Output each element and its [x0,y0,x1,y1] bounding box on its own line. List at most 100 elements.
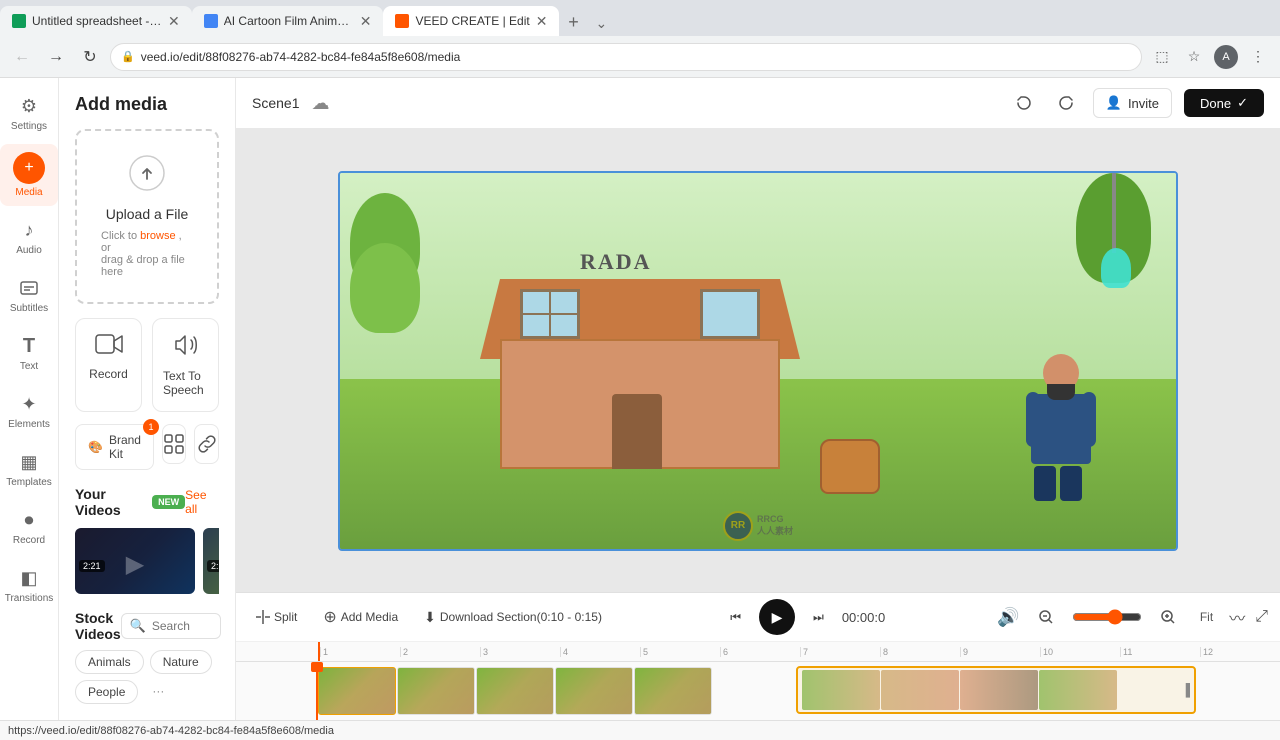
video-thumb-1[interactable]: ▶ 2:21 Scene1_AdobeExpres... [75,528,195,594]
add-media-button[interactable]: ⊕ Add Media [315,603,406,631]
brand-kit-button[interactable]: 🎨 Brand Kit 1 [75,424,154,470]
tab-overflow-button[interactable]: ⌄ [587,11,615,36]
forward-button[interactable]: → [42,43,70,71]
left-panel: Add media Upload a File Click to browse … [59,78,236,720]
see-all-link[interactable]: See all [185,488,219,516]
tag-animals[interactable]: Animals [75,650,144,674]
tab-veed[interactable]: VEED CREATE | Edit ✕ [383,6,559,36]
sidebar-label-record: Record [13,535,45,546]
extensions-button[interactable]: ⬚ [1148,43,1176,71]
split-button[interactable]: Split [248,606,305,628]
download-section-button[interactable]: ⬇ Download Section(0:10 - 0:15) [416,605,610,630]
sidebar-label-transitions: Transitions [5,593,54,604]
canvas-area: RADA [236,129,1280,592]
play-button[interactable]: ▶ [759,599,795,635]
track-scrubber [316,662,318,720]
profile-avatar: A [1214,45,1238,69]
video-thumb-2[interactable]: ▶ 2:22 Leonardo_Diffusion_c... [203,528,219,594]
browser-actions: ⬚ ☆ A ⋮ [1148,43,1272,71]
menu-button[interactable]: ⋮ [1244,43,1272,71]
tab-favicon-sheets [12,14,26,28]
volume-button[interactable]: 🔊 [997,607,1019,628]
zoom-slider [1072,609,1142,625]
fast-forward-button[interactable]: ⏭ [805,606,832,629]
link-button[interactable] [194,424,219,464]
integration-button[interactable] [162,424,187,464]
split-label: Split [274,610,297,624]
scene-background: RADA [340,173,1176,549]
scene-name: Scene1 [252,95,299,111]
redo-button[interactable] [1051,88,1081,118]
ruler-mark: 2 [400,647,480,657]
bookmark-button[interactable]: ☆ [1180,43,1208,71]
sidebar-label-text: Text [20,361,38,372]
tts-label: Text To Speech [163,369,208,397]
ruler-mark: 6 [720,647,800,657]
ruler-mark: 10 [1040,647,1120,657]
tab-close-veed[interactable]: ✕ [536,13,548,30]
zoom-range[interactable] [1072,609,1142,625]
browse-link[interactable]: browse [140,230,175,242]
invite-button[interactable]: 👤 Invite [1093,88,1172,118]
timeline-toolbar: Split ⊕ Add Media ⬇ Download Section(0:1… [236,593,1280,642]
stock-tags: Animals Nature People ··· [75,650,219,704]
timeline-scrubber [318,642,320,661]
rewind-button[interactable]: ⏮ [722,606,749,629]
tag-nature[interactable]: Nature [150,650,212,674]
new-tab-button[interactable]: + [559,8,587,36]
reload-button[interactable]: ↻ [76,43,104,71]
lock-icon: 🔒 [121,50,135,63]
add-media-label: Add Media [341,610,398,624]
sidebar-label-media: Media [15,187,42,198]
sidebar-item-audio[interactable]: ♪ Audio [0,210,58,264]
ruler-marks: 1 2 3 4 5 6 7 8 9 10 11 12 [320,647,1280,657]
wave-button[interactable]: 〰 [1229,605,1245,629]
text-icon: T [17,334,41,358]
done-button[interactable]: Done ✓ [1184,89,1264,117]
brand-kit-icon: 🎨 [88,440,103,454]
canvas-frame: RADA [338,171,1178,551]
audio-icon: ♪ [17,218,41,242]
tab-close-cartoon[interactable]: ✕ [360,13,372,30]
tag-people[interactable]: People [75,680,138,704]
video-track[interactable] [318,667,712,715]
ruler-mark: 7 [800,647,880,657]
sidebar-item-record[interactable]: ⏺ Record [0,500,58,554]
panel-title: Add media [75,94,219,115]
sidebar-item-media[interactable]: + Media [0,144,58,206]
sidebar-item-subtitles[interactable]: Subtitles [0,268,58,322]
address-bar[interactable]: 🔒 veed.io/edit/88f08276-ab74-4282-bc84-f… [110,43,1142,71]
upload-zone[interactable]: Upload a File Click to browse , or drag … [75,129,219,304]
zoom-in-button[interactable] [1152,605,1184,629]
fit-button[interactable]: Fit [1194,608,1219,626]
url-text: veed.io/edit/88f08276-ab74-4282-bc84-fe8… [141,50,461,64]
upload-icon [129,155,165,198]
profile-button[interactable]: A [1212,43,1240,71]
time-display: 00:00:0 [842,610,885,625]
undo-button[interactable] [1009,88,1039,118]
sidebar-item-templates[interactable]: ▦ Templates [0,442,58,496]
ruler-mark: 5 [640,647,720,657]
tab-sheets[interactable]: Untitled spreadsheet - Goo... ✕ [0,6,192,36]
record-button[interactable]: Record [75,318,142,412]
sidebar-item-settings[interactable]: ⚙ Settings [0,86,58,140]
tab-close-sheets[interactable]: ✕ [168,13,180,30]
tts-button[interactable]: Text To Speech [152,318,219,412]
sidebar-item-text[interactable]: T Text [0,326,58,380]
expand-button[interactable]: ⤢ [1255,608,1268,626]
download-icon: ⬇ [424,609,436,626]
back-button[interactable]: ← [8,43,36,71]
tab-favicon-cartoon [204,14,218,28]
stock-videos-title: Stock Videos [75,610,121,642]
tag-more[interactable]: ··· [144,680,172,704]
tab-cartoon[interactable]: AI Cartoon Film Animation - C... ✕ [192,6,384,36]
stock-search-input[interactable] [152,619,212,633]
timeline-tracks: ▐ [236,662,1280,720]
zoom-out-button[interactable] [1030,605,1062,629]
sidebar-label-templates: Templates [6,477,52,488]
done-label: Done [1200,96,1231,111]
search-icon: 🔍 [130,618,146,634]
sidebar-item-elements[interactable]: ✦ Elements [0,384,58,438]
extra-buttons: 🎨 Brand Kit 1 [75,424,219,470]
sidebar-item-transitions[interactable]: ◧ Transitions [0,558,58,612]
